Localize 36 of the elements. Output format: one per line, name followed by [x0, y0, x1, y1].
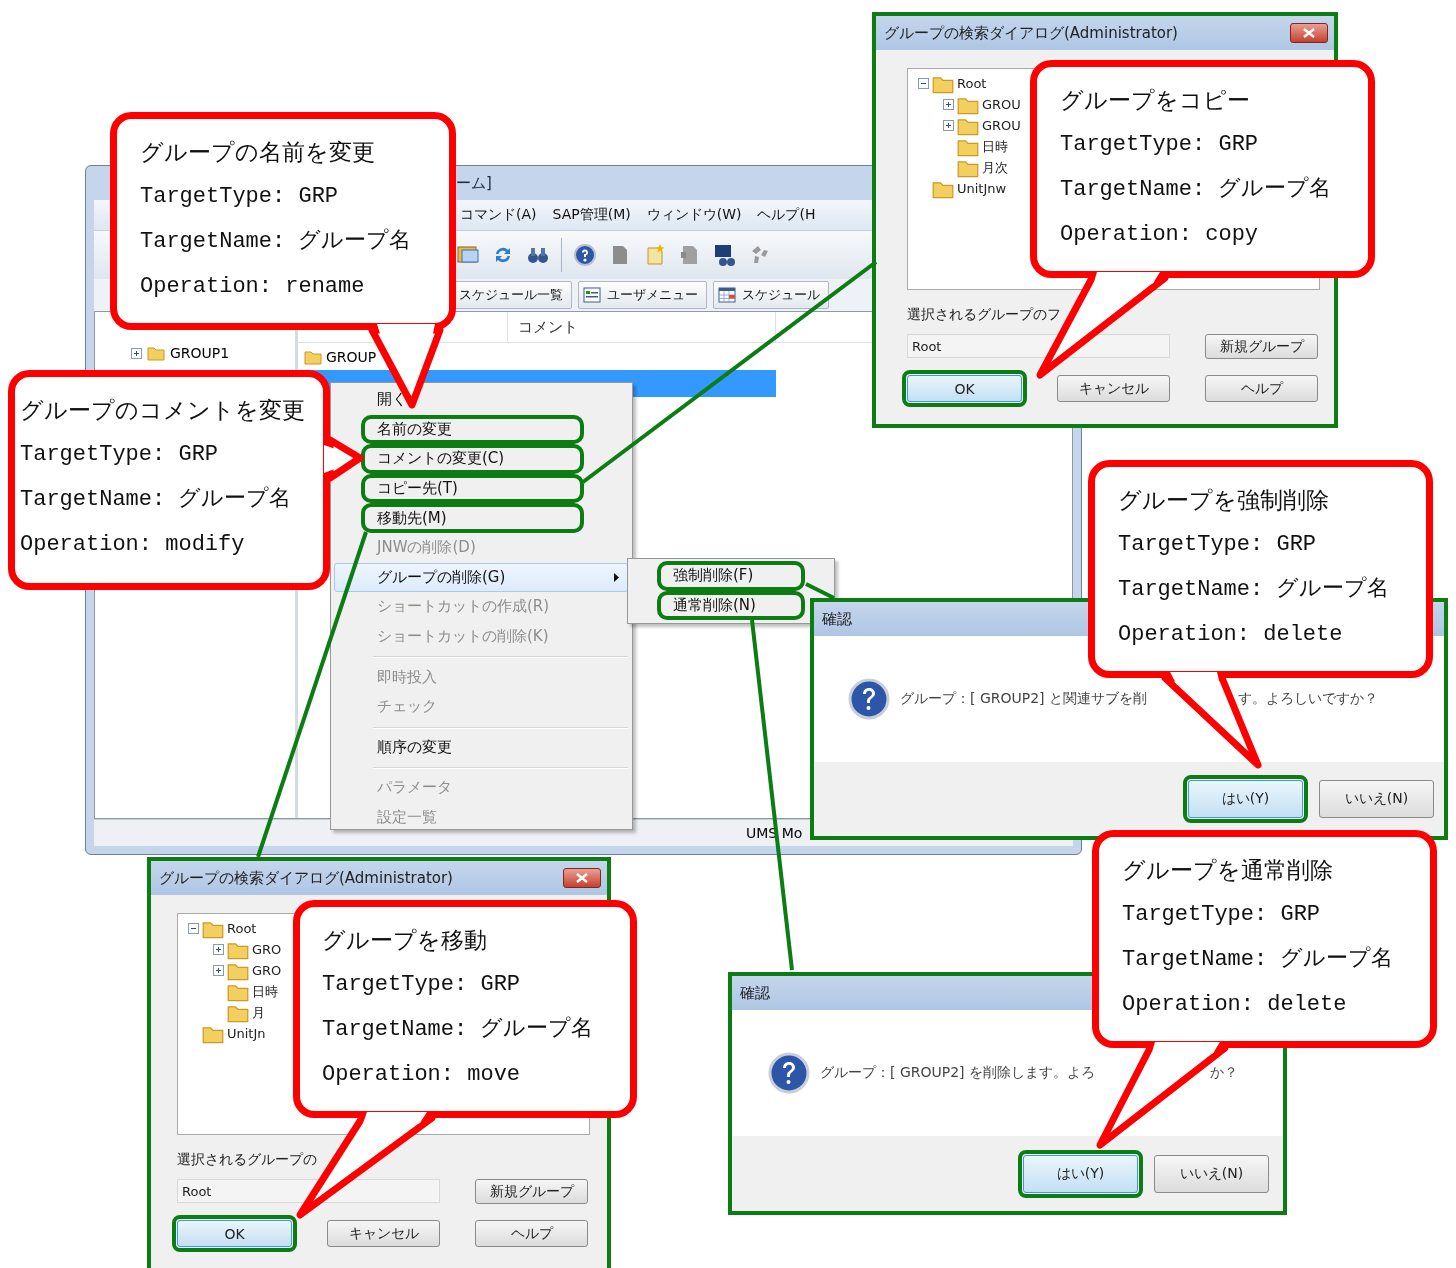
dialog-title: グループの検索ダイアログ(Administrator)	[884, 23, 1178, 43]
callout-line: TargetType: GRP	[1060, 131, 1260, 159]
callout-line: Operation: move	[322, 1061, 522, 1089]
callout-title: グループを移動	[322, 926, 488, 955]
confirm-message: す。よろしいですか？	[1238, 690, 1378, 708]
callout-line: TargetType: GRP	[20, 441, 220, 469]
callout-title: グループの名前を変更	[140, 138, 376, 167]
callout-line: Operation: delete	[1122, 991, 1348, 1019]
callout-line: TargetName: グループ名	[1122, 945, 1394, 974]
confirm-message: か？	[1210, 1064, 1238, 1082]
callout-line: Operation: copy	[1060, 221, 1260, 249]
callout-line: TargetType: GRP	[140, 183, 340, 211]
window-title: ーム]	[456, 173, 492, 193]
callout-line: TargetName: グループ名	[20, 485, 293, 514]
callout-line: TargetName: グループ名	[140, 227, 412, 256]
callout-title: グループを通常削除	[1122, 856, 1334, 885]
dialog-title: グループの検索ダイアログ(Administrator)	[159, 868, 453, 888]
group-name: GROUP	[326, 348, 377, 365]
callout-line: TargetName: グループ名	[1060, 175, 1332, 204]
dialog-title: 確認	[822, 609, 852, 629]
callout-line: Operation: rename	[140, 273, 366, 301]
callout-line: Operation: modify	[20, 531, 246, 559]
field-label: 選択されるグループのフ	[907, 306, 1062, 324]
field-label: 選択されるグループの	[177, 1151, 318, 1169]
confirm-message: グループ：[ GROUP2] を削除します。よろ	[820, 1064, 1097, 1082]
callout-line: TargetName: グループ名	[322, 1015, 594, 1044]
callout-title: グループをコピー	[1060, 86, 1251, 115]
callout-line: TargetName: グループ名	[1118, 575, 1390, 604]
dialog-title: 確認	[740, 983, 770, 1003]
confirm-message: グループ：[ GROUP2] と関連サブを削	[900, 690, 1149, 708]
callout-line: TargetType: GRP	[322, 971, 522, 999]
callout-title: グループのコメントを変更	[20, 396, 305, 425]
callout-title: グループを強制削除	[1118, 486, 1330, 515]
callout-line: Operation: delete	[1118, 621, 1344, 649]
callout-line: TargetType: GRP	[1122, 901, 1322, 929]
callout-line: TargetType: GRP	[1118, 531, 1318, 559]
